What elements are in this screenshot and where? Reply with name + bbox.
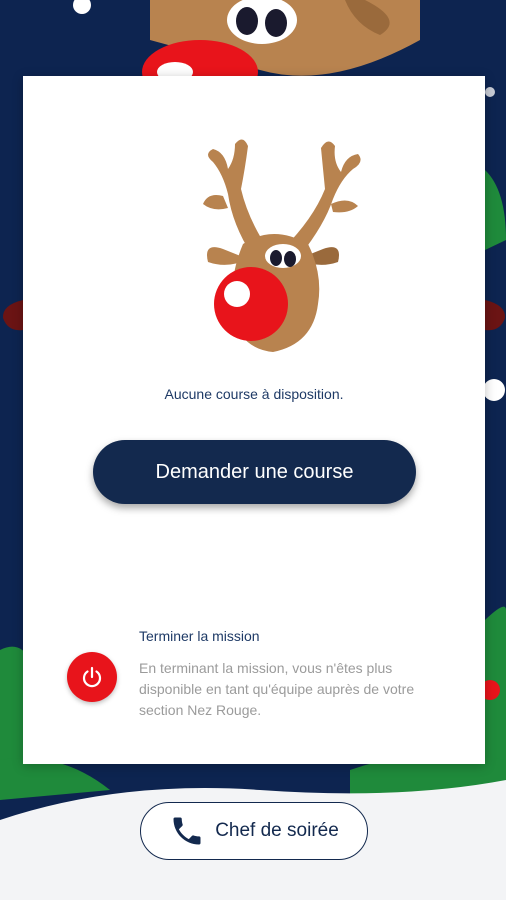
main-card: Aucune course à disposition. Demander un… [23, 76, 485, 764]
request-course-button[interactable]: Demander une course [93, 440, 416, 504]
chef-de-soiree-button[interactable]: Chef de soirée [140, 802, 368, 860]
phone-icon [173, 817, 201, 845]
end-mission-title: Terminer la mission [139, 628, 260, 644]
end-mission-button[interactable] [67, 652, 117, 702]
chef-de-soiree-label: Chef de soirée [215, 820, 339, 841]
power-icon [82, 666, 102, 688]
reindeer-illustration [203, 139, 361, 352]
end-mission-section: Terminer la mission En terminant la miss… [67, 628, 467, 738]
end-mission-description: En terminant la mission, vous n'êtes plu… [139, 660, 415, 718]
no-course-message: Aucune course à disposition. [164, 386, 344, 402]
